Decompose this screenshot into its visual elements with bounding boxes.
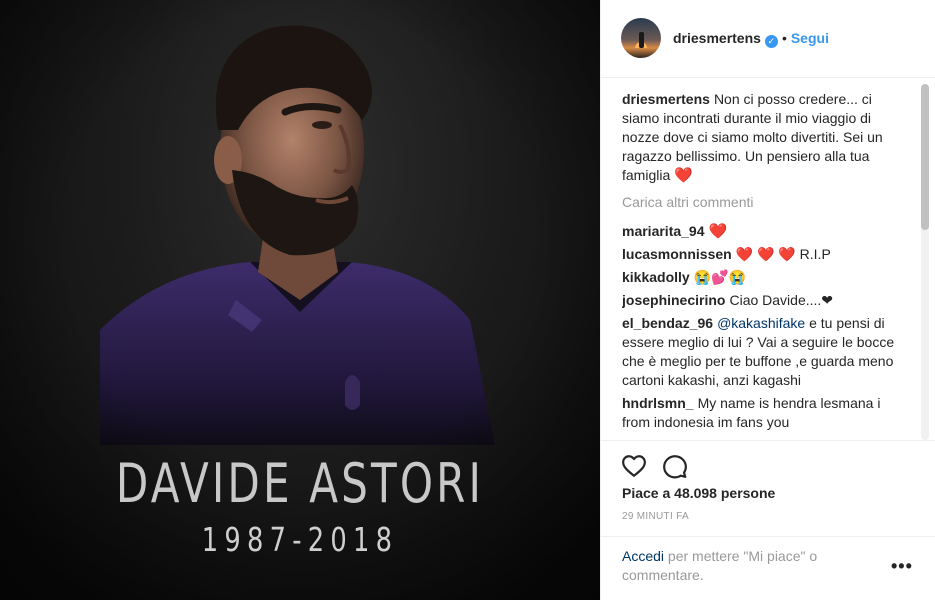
comment-username[interactable]: el_bendaz_96: [622, 315, 713, 331]
comment-item: josephinecirino Ciao Davide....❤: [622, 291, 912, 310]
comment-item: mariarita_94 ❤️: [622, 222, 912, 241]
more-options-icon[interactable]: •••: [891, 557, 913, 575]
comment-username[interactable]: josephinecirino: [622, 292, 725, 308]
post-sidebar: driesmertens ✓ • Segui driesmertens Non ci p…: [600, 0, 935, 600]
post-header: driesmertens ✓ • Segui: [601, 0, 935, 78]
post-timestamp[interactable]: 29 MINUTI FA: [622, 511, 689, 522]
comments-scrollbar[interactable]: [921, 84, 929, 440]
comment-text: Ciao Davide....❤: [729, 292, 834, 308]
comment-username[interactable]: mariarita_94: [622, 223, 705, 239]
memorial-years: 1987-2018: [201, 520, 399, 559]
comment-text: ❤️: [708, 223, 728, 240]
avatar[interactable]: [621, 18, 661, 58]
comment-icon[interactable]: [662, 453, 688, 479]
login-footer: Accedi per mettere "Mi piace" o commenta…: [601, 536, 935, 601]
post-caption: driesmertens Non ci posso credere... ci s…: [622, 90, 912, 185]
memorial-name: DAVIDE ASTORI: [115, 452, 485, 515]
silhouette-graphic: [639, 32, 644, 48]
caption-heart-emoji: ❤️: [674, 167, 693, 184]
comment-mention-link[interactable]: @kakashifake: [717, 315, 805, 331]
likes-count[interactable]: Piace a 48.098 persone: [622, 485, 775, 501]
follow-button[interactable]: Segui: [791, 30, 829, 46]
comment-item: lucasmonnissen ❤️ ❤️ ❤️ R.I.P: [622, 245, 912, 264]
comment-username[interactable]: hndrlsmn_: [622, 395, 694, 411]
comment-item: hndrlsmn_ My name is hendra lesmana i fro…: [622, 394, 912, 432]
caption-username[interactable]: driesmertens: [622, 91, 710, 107]
post-photo[interactable]: DAVIDE ASTORI 1987-2018: [0, 0, 600, 600]
login-prompt: Accedi per mettere "Mi piace" o commenta…: [622, 547, 862, 585]
comment-username[interactable]: lucasmonnissen: [622, 246, 732, 262]
scrollbar-thumb[interactable]: [921, 84, 929, 230]
comment-item: kikkadolly 😭💕😭: [622, 268, 912, 287]
load-more-comments-button[interactable]: Carica altri commenti: [622, 193, 912, 212]
heart-icon[interactable]: [621, 453, 647, 479]
action-bar: [601, 440, 935, 479]
comment-username[interactable]: kikkadolly: [622, 269, 690, 285]
header-line: driesmertens ✓ • Segui: [673, 30, 829, 48]
comments-list[interactable]: driesmertens Non ci posso credere... ci s…: [622, 90, 912, 440]
verified-badge-icon: ✓: [764, 35, 778, 48]
login-link[interactable]: Accedi: [622, 548, 664, 564]
separator-dot: •: [781, 30, 787, 46]
comment-text: ❤️ ❤️ ❤️ R.I.P: [735, 246, 831, 262]
comment-item: el_bendaz_96 @kakashifake e tu pensi di e…: [622, 314, 912, 390]
comment-text: 😭💕😭: [693, 269, 746, 285]
header-username[interactable]: driesmertens: [673, 30, 761, 46]
instagram-post: DAVIDE ASTORI 1987-2018 driesmertens ✓ • Se…: [0, 0, 935, 602]
